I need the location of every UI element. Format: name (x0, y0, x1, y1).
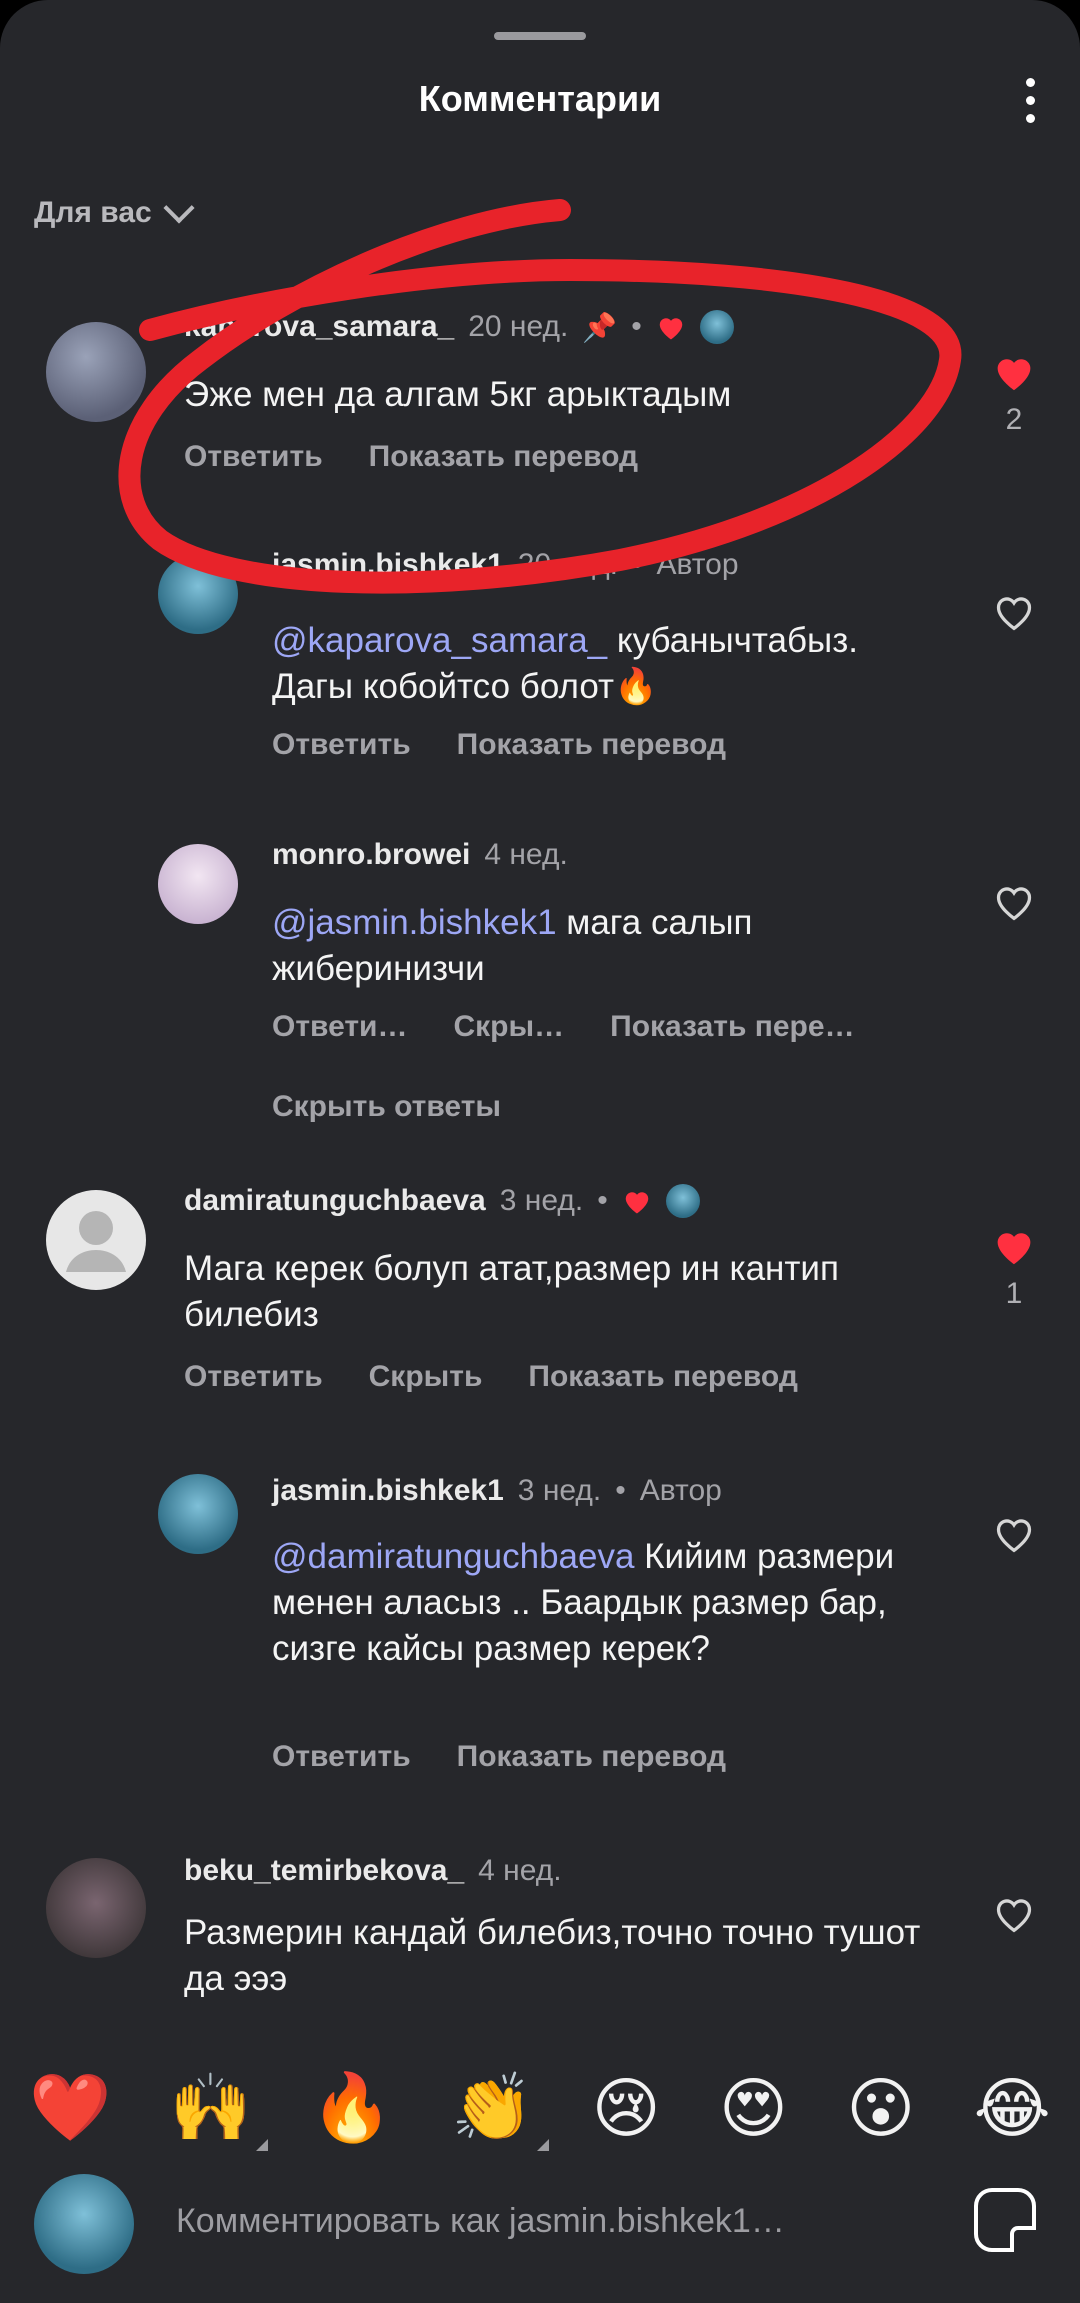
comment-text: @jasmin.bishkek1 мага салып жиберинизчи (272, 900, 932, 992)
hide-button[interactable]: Скры… (454, 1010, 565, 1044)
author-liked-heart-icon (659, 318, 682, 340)
default-avatar-icon (66, 1211, 126, 1272)
comment-time: 4 нед. (484, 838, 568, 871)
sort-filter[interactable]: Для вас (34, 192, 195, 230)
reply-button[interactable]: Ответить (184, 1360, 323, 1394)
like-button[interactable] (988, 882, 1040, 927)
avatar[interactable] (46, 1190, 146, 1290)
author-badge: Автор (656, 548, 739, 581)
avatar[interactable] (158, 1474, 238, 1554)
comments-sheet: Комментарии Для вас kaparova_samara_ 20 … (0, 0, 1080, 2303)
mention-link[interactable]: @damiratunguchbaeva (272, 1537, 634, 1576)
comment-time: 20 нед. (517, 548, 618, 581)
author-mini-avatar (665, 1184, 700, 1218)
comment-input[interactable]: Комментировать как jasmin.bishkek1… (176, 2202, 785, 2241)
comment-text: Эже мен да алгам 5кг арыктадым (184, 375, 732, 414)
avatar[interactable] (46, 1858, 146, 1958)
reply-button[interactable]: Ответить (272, 1740, 411, 1774)
like-button[interactable]: 2 (988, 352, 1040, 437)
author-mini-avatar (699, 310, 734, 344)
reaction-clap[interactable]: 👏 (451, 2069, 550, 2151)
heart-outline-icon (996, 597, 1032, 631)
mention-link[interactable]: @jasmin.bishkek1 (272, 903, 557, 942)
separator-dot: • (615, 1474, 626, 1507)
separator-dot: • (631, 548, 643, 581)
comment-composer: Комментировать как jasmin.bishkek1… (0, 2160, 1080, 2303)
translate-button[interactable]: Показать пере… (610, 1010, 854, 1044)
comment-username[interactable]: jasmin.bishkek1 (272, 1474, 504, 1508)
avatar[interactable] (158, 844, 238, 924)
quick-reactions-bar: ❤️ 🙌 🔥 👏 😢 😍 😮 😂 (0, 2058, 1080, 2158)
author-badge: Автор (639, 1474, 722, 1507)
like-button[interactable]: 1 (988, 1226, 1040, 1311)
reply-button[interactable]: Ответить (184, 440, 323, 474)
comment-time: 3 нед. (517, 1474, 602, 1507)
comment-time: 4 нед. (478, 1854, 562, 1887)
filter-label: Для вас (34, 196, 152, 229)
sheet-title: Комментарии (418, 78, 662, 119)
comment-username[interactable]: damiratunguchbaeva (184, 1184, 486, 1218)
hide-replies-button[interactable]: Скрыть ответы (272, 1090, 501, 1124)
avatar[interactable] (46, 322, 146, 422)
like-button[interactable] (988, 1894, 1040, 1939)
separator-dot: • (631, 310, 642, 343)
sticker-icon[interactable] (974, 2188, 1036, 2252)
scroll-fade (0, 2000, 1080, 2060)
translate-button[interactable]: Показать перевод (457, 728, 726, 762)
heart-outline-icon (996, 1519, 1032, 1553)
avatar (34, 2174, 134, 2274)
comment-text: @damiratunguchbaeva Кийим размери менен … (272, 1534, 932, 1672)
reaction-surprised[interactable]: 😮 (846, 2070, 915, 2147)
comment-username[interactable]: kaparova_samara_ (184, 310, 454, 344)
like-count: 2 (1005, 403, 1023, 436)
like-button[interactable] (988, 592, 1040, 637)
comment-username[interactable]: monro.browei (272, 838, 470, 872)
separator-dot: • (597, 1184, 608, 1217)
heart-outline-icon (996, 1899, 1032, 1933)
pin-icon: 📌 (582, 311, 618, 343)
chevron-down-icon (163, 192, 195, 224)
reaction-heart-eyes[interactable]: 😍 (719, 2070, 788, 2147)
comment-text: @kaparova_samara_ кубанычтабыз. Дагы коб… (272, 618, 932, 710)
author-liked-heart-icon (625, 1192, 648, 1214)
reaction-laughing[interactable]: 😂 (974, 2070, 1051, 2147)
reply-button[interactable]: Ответи… (272, 1010, 408, 1044)
translate-button[interactable]: Показать перевод (369, 440, 638, 474)
mention-link[interactable]: @kaparova_samara_ (272, 621, 607, 660)
reaction-fire[interactable]: 🔥 (311, 2069, 393, 2147)
comment-username[interactable]: beku_temirbekova_ (184, 1854, 464, 1888)
translate-button[interactable]: Показать перевод (457, 1740, 726, 1774)
reaction-heart[interactable]: ❤️ (29, 2069, 111, 2147)
more-options-icon[interactable] (1024, 78, 1036, 124)
reaction-crying[interactable]: 😢 (592, 2070, 661, 2147)
heart-outline-icon (996, 887, 1032, 921)
reply-button[interactable]: Ответить (272, 728, 411, 762)
avatar[interactable] (158, 554, 238, 634)
heart-filled-icon (997, 1233, 1031, 1265)
drag-handle[interactable] (494, 32, 586, 40)
comment-text: Размерин кандай билебиз,точно точно тушо… (184, 1913, 921, 1998)
comment-username[interactable]: jasmin.bishkek1 (272, 548, 504, 582)
like-count: 1 (1005, 1277, 1023, 1310)
hide-button[interactable]: Скрыть (369, 1360, 483, 1394)
comment-time: 3 нед. (499, 1184, 584, 1217)
reaction-raised-hands[interactable]: 🙌 (170, 2069, 269, 2151)
like-button[interactable] (988, 1514, 1040, 1559)
translate-button[interactable]: Показать перевод (528, 1360, 797, 1394)
comment-time: 20 нед. (468, 310, 569, 343)
comment-text: Мага керек болуп атат,размер ин кантип б… (184, 1249, 839, 1334)
heart-filled-icon (997, 359, 1031, 391)
